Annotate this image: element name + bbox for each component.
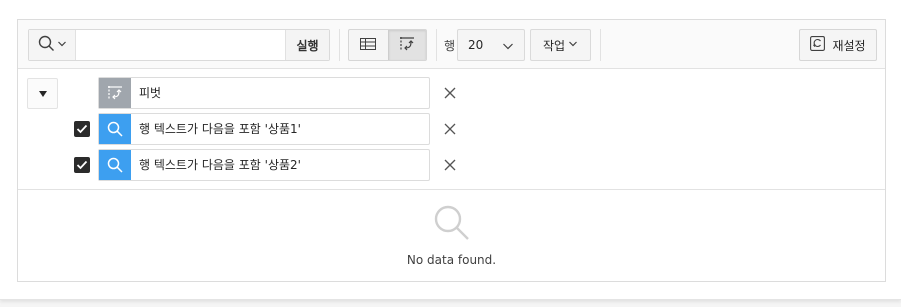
pivot-view-icon (399, 36, 415, 55)
pivot-setting-row: 피벗 (18, 77, 885, 109)
pivot-icon (99, 78, 131, 108)
filter-enabled-checkbox[interactable] (74, 157, 90, 173)
remove-filter-button[interactable] (442, 157, 458, 173)
check-icon (76, 160, 88, 170)
toolbar-divider (436, 29, 437, 61)
filter-setting[interactable]: 행 텍스트가 다음을 포함 '상품1' (98, 113, 430, 145)
go-button[interactable]: 실행 (285, 30, 329, 60)
filter-label: 행 텍스트가 다음을 포함 '상품2' (139, 158, 301, 172)
report-settings: 피벗 행 텍스트가 다음을 포함 '상품1' 행 텍스트가 다음을 포함 '상품… (18, 70, 885, 190)
close-icon (444, 123, 456, 135)
remove-pivot-button[interactable] (442, 85, 458, 101)
grid-view-icon (360, 37, 377, 53)
search-icon (434, 205, 470, 244)
rows-per-page-label: 행 (444, 39, 456, 53)
close-icon (444, 159, 456, 171)
chevron-down-icon (568, 38, 578, 52)
chevron-down-icon (502, 40, 514, 54)
search-bar: 실행 (28, 29, 330, 61)
filter-row: 행 텍스트가 다음을 포함 '상품2' (18, 149, 885, 181)
filter-enabled-checkbox[interactable] (74, 121, 90, 137)
actions-menu-button[interactable]: 작업 (530, 29, 591, 61)
rows-per-page-value: 20 (468, 38, 484, 52)
toolbar-divider (339, 29, 340, 61)
pivot-setting[interactable]: 피벗 (98, 77, 430, 109)
report-region: 실행 행 20 작업 재설정 피벗 행 텍스트가 다음을 포함 '상품1' 행 … (0, 0, 901, 300)
search-icon (99, 150, 131, 180)
interactive-report: 실행 행 20 작업 재설정 피벗 행 텍스트가 다음을 포함 '상품1' 행 … (17, 19, 886, 282)
view-toggle (348, 29, 427, 61)
pivot-setting-label: 피벗 (139, 86, 162, 100)
search-icon (99, 114, 131, 144)
search-column-selector[interactable] (29, 30, 76, 60)
filter-setting[interactable]: 행 텍스트가 다음을 포함 '상품2' (98, 149, 430, 181)
reset-icon (810, 36, 826, 54)
report-toolbar: 실행 행 20 작업 재설정 (18, 20, 885, 69)
remove-filter-button[interactable] (442, 121, 458, 137)
pivot-view-button[interactable] (387, 30, 426, 60)
check-icon (76, 124, 88, 134)
grid-view-button[interactable] (349, 30, 388, 60)
rows-per-page-select[interactable]: 20 (457, 29, 525, 61)
no-data-text: No data found. (406, 253, 497, 267)
no-data-message: No data found. (18, 191, 885, 281)
close-icon (444, 87, 456, 99)
reset-button[interactable]: 재설정 (799, 29, 877, 61)
search-icon (38, 35, 55, 55)
actions-label: 작업 (542, 38, 566, 53)
filter-row: 행 텍스트가 다음을 포함 '상품1' (18, 113, 885, 145)
search-input[interactable] (76, 30, 285, 60)
reset-label: 재설정 (832, 38, 866, 53)
chevron-down-icon (57, 38, 67, 52)
filter-label: 행 텍스트가 다음을 포함 '상품1' (139, 122, 301, 136)
toolbar-divider (600, 29, 601, 61)
